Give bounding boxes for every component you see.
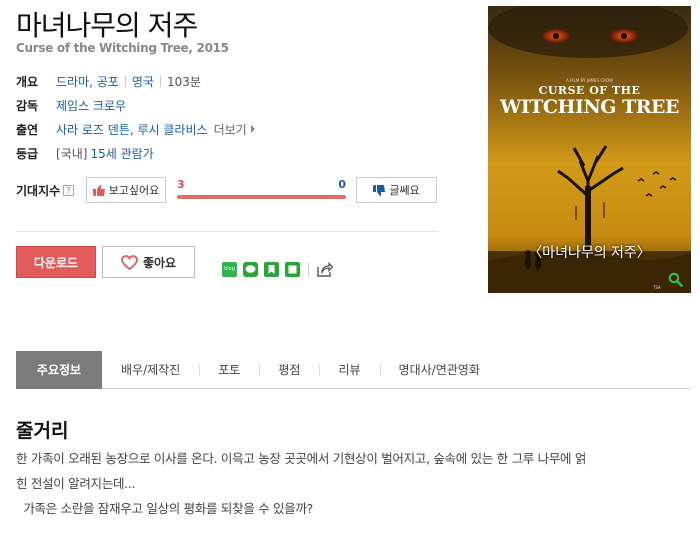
rating-label: 등급 <box>16 146 39 161</box>
tab-cast-crew[interactable]: 배우/제작진 <box>102 351 199 389</box>
tab-main-info[interactable]: 주요정보 <box>16 350 102 389</box>
tab-quotes-related[interactable]: 명대사/연관영화 <box>379 351 499 389</box>
director-row: 감독 제임스 크로우 <box>16 96 126 114</box>
expectation-bar <box>177 195 346 199</box>
heart-icon <box>121 254 138 270</box>
synopsis-line: 힌 전설이 알려지는데... <box>16 476 136 491</box>
divider <box>159 75 161 87</box>
country-link[interactable]: 영국 <box>132 73 154 90</box>
rating-link[interactable]: 15세 관람가 <box>90 145 153 162</box>
chevron-right-icon <box>250 125 255 133</box>
overview-label: 개요 <box>16 74 39 89</box>
more-cast-link[interactable]: 더보기 <box>214 121 247 138</box>
zoom-icon[interactable] <box>668 272 683 287</box>
expectation-counts: 3 0 <box>177 178 346 191</box>
bookmark-share-icon[interactable] <box>264 262 279 277</box>
poster-kr-title: 〈마녀나무의 저주〉 <box>528 245 651 261</box>
expectation-label: 기대지수 ? <box>16 182 75 199</box>
blog-share-icon[interactable]: blog <box>222 262 237 277</box>
want-to-see-label: 보고싶어요 <box>108 184 160 197</box>
movie-title: 마녀나무의 저주 <box>16 9 198 42</box>
tab-reviews[interactable]: 리뷰 <box>319 351 379 389</box>
movie-poster[interactable]: A FILM BY JAMES CROW CURSE OF THE WITCHI… <box>488 6 691 293</box>
director-label: 감독 <box>16 98 39 113</box>
director-link[interactable]: 제임스 크로우 <box>56 97 126 114</box>
rating-prefix: [국내] <box>56 146 88 161</box>
not-sure-label: 글쎄요 <box>389 184 420 197</box>
cast-label: 출연 <box>16 122 39 137</box>
not-sure-button[interactable]: 글쎄요 <box>356 177 437 203</box>
download-button[interactable]: 다운로드 <box>16 246 96 278</box>
synopsis-line: 한 가족이 오래된 농장으로 이사를 온다. 이윽고 농장 곳곳에서 기현상이 … <box>16 451 587 466</box>
share-bar: blog <box>222 262 333 277</box>
divider <box>308 262 309 277</box>
section-divider <box>16 231 438 232</box>
cast-link[interactable]: 사라 로즈 덴튼, 루시 클라비스 <box>56 121 208 138</box>
doubt-count: 0 <box>338 178 346 191</box>
tab-photo[interactable]: 포토 <box>199 351 259 389</box>
divider <box>124 75 126 87</box>
thumbs-down-icon <box>373 184 386 196</box>
synopsis-body: 한 가족이 오래된 농장으로 이사를 온다. 이윽고 농장 곳곳에서 기현상이 … <box>16 446 686 521</box>
line-share-icon[interactable] <box>243 262 258 277</box>
memo-share-icon[interactable] <box>285 262 300 277</box>
cast-row: 출연 사라 로즈 덴튼, 루시 클라비스 더보기 <box>16 120 255 138</box>
help-icon[interactable]: ? <box>63 185 75 196</box>
synopsis-heading: 줄거리 <box>16 420 69 442</box>
overview-row: 개요 드라마, 공포 영국 103분 <box>16 72 201 90</box>
want-count: 3 <box>177 178 185 191</box>
expectation-label-text: 기대지수 <box>16 184 61 198</box>
poster-watermark: TSA <box>653 285 661 290</box>
tab-ratings[interactable]: 평점 <box>259 351 319 389</box>
synopsis-line: 가족은 소란을 잠재우고 일상의 평화를 되찾을 수 있을까? <box>16 501 313 516</box>
poster-credit: A FILM BY JAMES CROW <box>566 78 613 83</box>
rating-row: 등급 [국내] 15세 관람가 <box>16 144 154 162</box>
share-icon[interactable] <box>317 262 333 277</box>
runtime: 103분 <box>166 74 201 89</box>
tab-bar: 주요정보 배우/제작진 포토 평점 리뷰 명대사/연관영화 <box>16 350 691 389</box>
original-title: Curse of the Witching Tree, 2015 <box>16 41 229 55</box>
like-button[interactable]: 좋아요 <box>102 246 195 278</box>
poster-title-2: WITCHING TREE <box>500 96 679 118</box>
want-to-see-button[interactable]: 보고싶어요 <box>86 177 166 203</box>
like-label: 좋아요 <box>142 255 177 270</box>
genre-link[interactable]: 드라마, 공포 <box>56 73 119 90</box>
thumbs-up-icon <box>92 184 105 196</box>
